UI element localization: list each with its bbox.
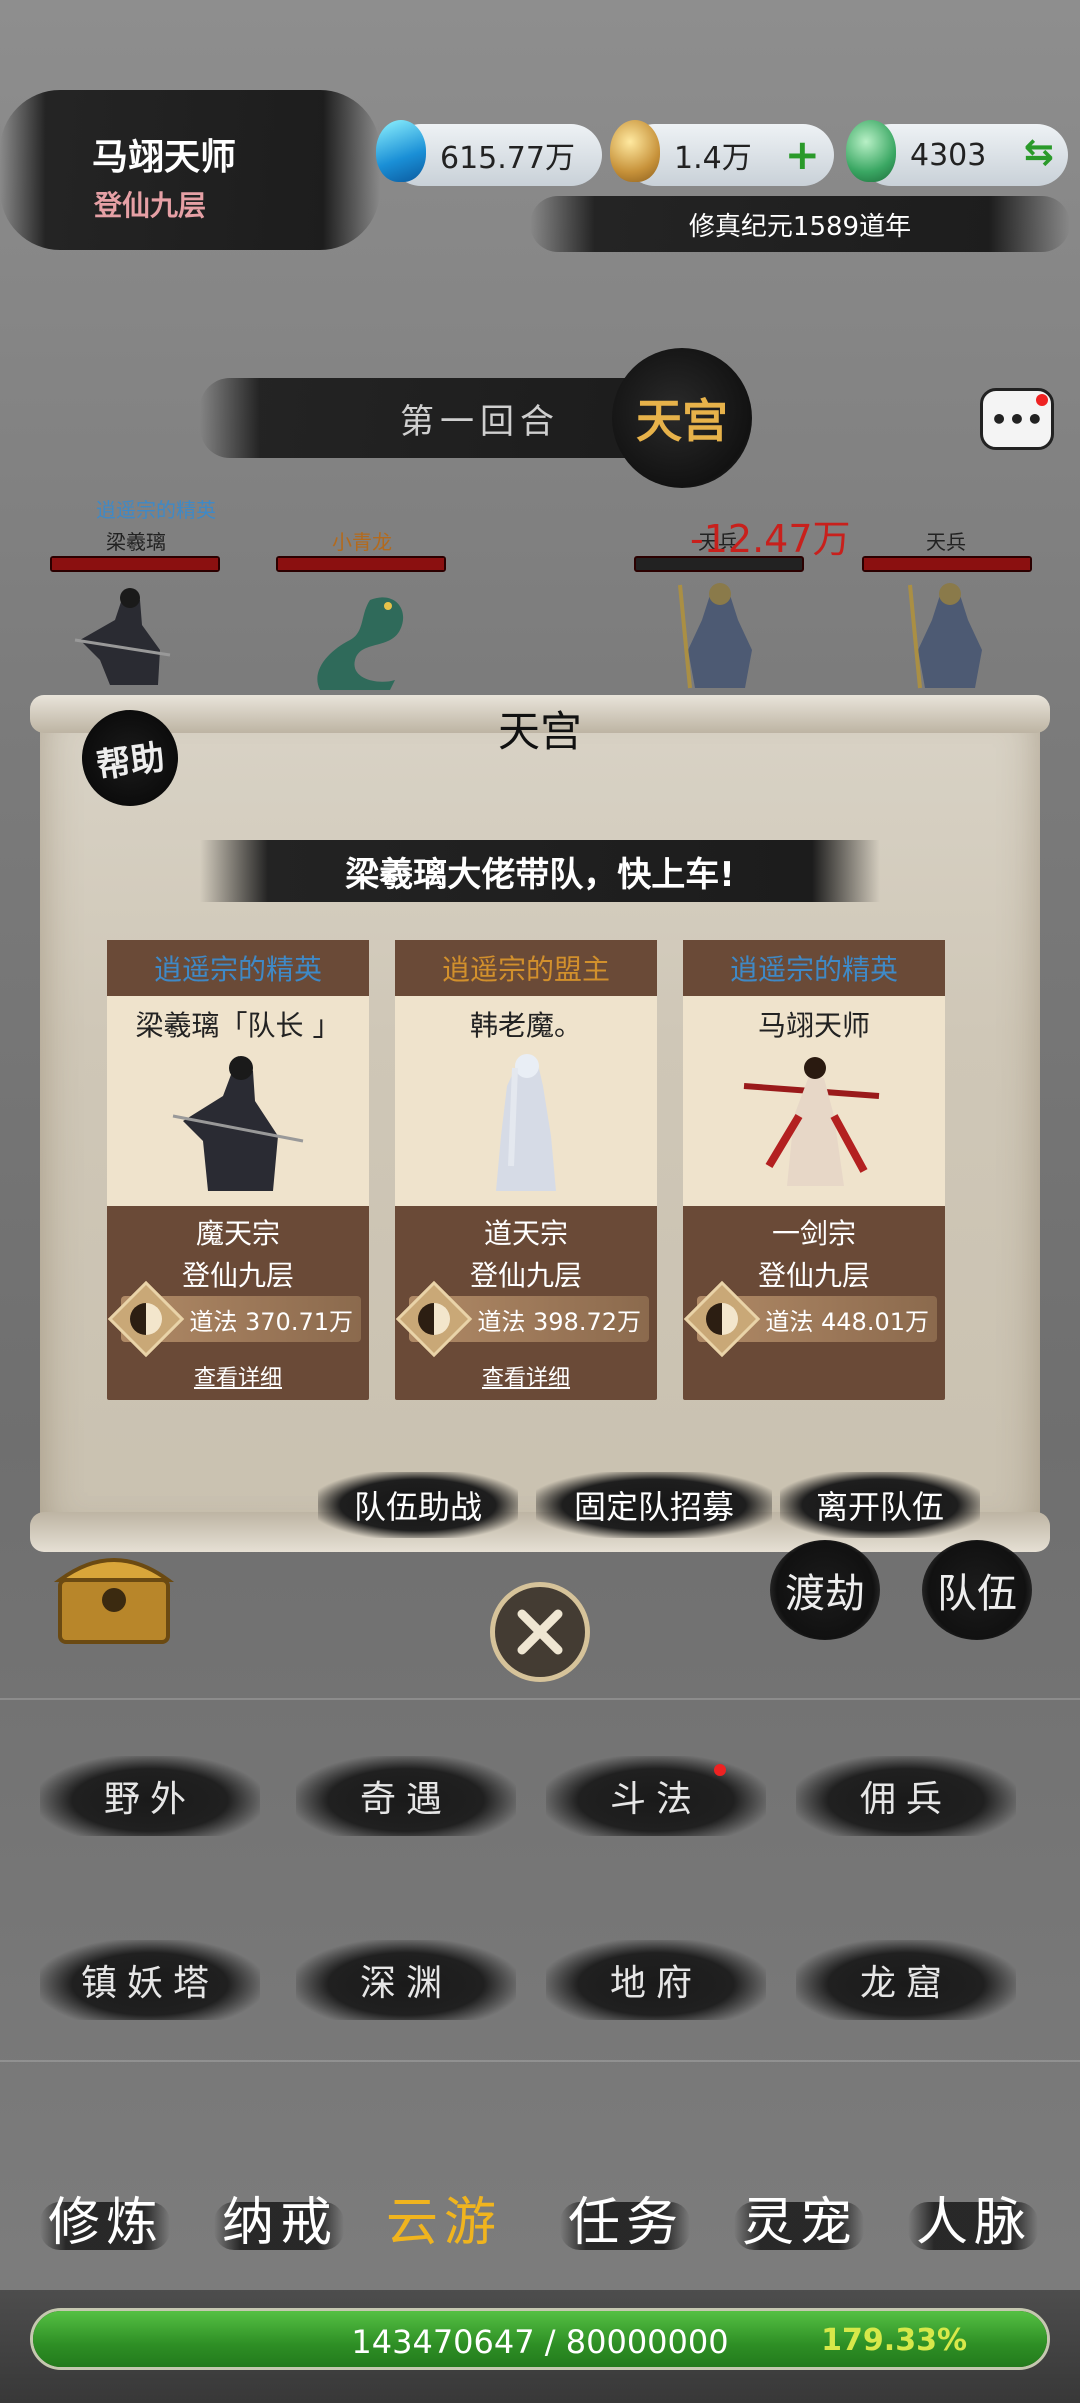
- help-label: 帮助: [94, 736, 167, 787]
- team-label: 队伍: [937, 1571, 1017, 1617]
- map-mercenary-button[interactable]: 佣兵: [796, 1756, 1016, 1836]
- member-sect: 魔天宗: [195, 1217, 280, 1250]
- chat-notification-dot: [1036, 394, 1048, 406]
- team-assist-label: 队伍助战: [353, 1488, 482, 1526]
- team-button[interactable]: 队伍: [922, 1540, 1032, 1640]
- map-label: 深渊: [359, 1963, 452, 2004]
- nav-wander[interactable]: 云游: [386, 2180, 502, 2255]
- map-label: 地府: [609, 1963, 702, 2004]
- exchange-button[interactable]: ⇆: [1024, 132, 1054, 173]
- map-underworld-button[interactable]: 地府: [546, 1940, 766, 2020]
- map-encounter-button[interactable]: 奇遇: [296, 1756, 516, 1836]
- map-label: 龙窟: [859, 1963, 952, 2004]
- taiji-icon-inner: [706, 1303, 738, 1335]
- ally-title: 逍遥宗的精英: [96, 498, 216, 522]
- map-label: 野外: [103, 1779, 196, 1820]
- round-label: 第一回合: [400, 402, 560, 442]
- section-divider: [0, 2060, 1080, 2062]
- fixed-team-recruit-label: 固定队招募: [573, 1488, 734, 1526]
- map-label: 斗法: [609, 1779, 702, 1820]
- treasure-chest-icon[interactable]: [52, 1540, 176, 1648]
- enemy-hp-bar: [634, 556, 804, 572]
- add-gold-button[interactable]: +: [785, 130, 820, 179]
- member-card: 逍遥宗的盟主 韩老魔。 道天宗 登仙九层 道法 398.72万 查看详细: [395, 940, 657, 1400]
- member-card: 逍遥宗的精英 梁羲璃「队长 」 魔天宗 登仙九层 道法 370.71万 查看详细: [107, 940, 369, 1400]
- member-card: 逍遥宗的精英 马翊天师 一剑宗 登仙九层 道法 448.01万: [683, 940, 945, 1400]
- map-label: 佣兵: [859, 1779, 952, 1820]
- nav-spirit-pets[interactable]: 灵宠: [742, 2180, 858, 2255]
- azure-dragon-sprite: [317, 597, 404, 690]
- map-wild-button[interactable]: 野外: [40, 1756, 260, 1836]
- crystal-value: 615.77万: [440, 141, 575, 176]
- heavenly-soldier-sprite: [678, 583, 752, 689]
- enemy-hp-bar: [862, 556, 1032, 572]
- map-duel-button[interactable]: 斗法: [546, 1756, 766, 1836]
- ally-hp-bar: [276, 556, 446, 572]
- gold-value: 1.4万: [674, 141, 752, 176]
- map-label: 奇遇: [359, 1779, 452, 1820]
- exp-percent: 179.33%: [821, 2323, 967, 2358]
- fixed-team-recruit-button[interactable]: 固定队招募: [536, 1472, 772, 1538]
- modal-title: 天宫: [497, 707, 582, 756]
- map-abyss-button[interactable]: 深渊: [296, 1940, 516, 2020]
- heavenly-soldier-sprite: [908, 583, 982, 689]
- member-name: 马翊天师: [757, 1009, 870, 1042]
- map-demon-tower-button[interactable]: 镇妖塔: [40, 1940, 260, 2020]
- member-power: 448.01万: [821, 1307, 929, 1336]
- exp-bar: 143470647 / 80000000 179.33%: [30, 2308, 1050, 2370]
- member-title: 逍遥宗的精英: [153, 953, 322, 986]
- member-name: 韩老魔。: [469, 1009, 582, 1042]
- gold-gourd-icon: [610, 120, 660, 182]
- view-detail-link[interactable]: 查看详细: [107, 1360, 369, 1392]
- close-icon: [517, 1609, 563, 1655]
- member-sect: 道天宗: [483, 1217, 568, 1250]
- stage-seal: 天宫: [612, 348, 752, 488]
- member-name: 梁羲璃「队长 」: [135, 1009, 341, 1042]
- duel-notification-dot: [714, 1764, 726, 1776]
- tribulation-button[interactable]: 渡劫: [770, 1540, 880, 1640]
- member-power: 370.71万: [245, 1307, 353, 1336]
- power-label: 道法: [477, 1307, 526, 1336]
- member-portrait: [743, 1057, 880, 1186]
- leave-team-label: 离开队伍: [815, 1488, 944, 1526]
- nav-connections[interactable]: 人脉: [916, 2180, 1032, 2255]
- tribulation-label: 渡劫: [785, 1571, 865, 1617]
- era-text: 修真纪元1589道年: [688, 212, 912, 242]
- member-title: 逍遥宗的盟主: [441, 953, 610, 986]
- nav-storage-ring[interactable]: 纳戒: [222, 2180, 338, 2255]
- section-divider: [0, 1698, 1080, 1700]
- ally-swordsman-sprite: [74, 588, 171, 685]
- member-portrait: [496, 1054, 556, 1191]
- map-label: 镇妖塔: [80, 1963, 219, 2004]
- ally-name: 小青龙: [332, 530, 392, 554]
- damage-number: -12.47万: [690, 517, 851, 561]
- member-portrait: [172, 1056, 304, 1191]
- banner-text: 梁羲璃大佬带队，快上车!: [345, 854, 735, 895]
- taiji-icon-inner: [130, 1303, 162, 1335]
- player-realm: 登仙九层: [94, 189, 207, 222]
- player-name[interactable]: 马翊天师: [92, 128, 236, 180]
- member-title: 逍遥宗的精英: [729, 953, 898, 986]
- jade-value: 4303: [910, 137, 987, 173]
- stage-name: 天宫: [636, 394, 728, 448]
- power-label: 道法: [765, 1307, 814, 1336]
- enemy-name: 天兵: [926, 530, 966, 554]
- leave-team-button[interactable]: 离开队伍: [780, 1472, 980, 1538]
- team-assist-button[interactable]: 队伍助战: [318, 1472, 518, 1538]
- nav-quests[interactable]: 任务: [568, 2180, 684, 2255]
- member-power: 398.72万: [533, 1307, 641, 1336]
- taiji-icon-inner: [418, 1303, 450, 1335]
- ally-name: 梁羲璃: [106, 530, 166, 554]
- blue-crystal-icon: [376, 120, 426, 182]
- map-dragon-lair-button[interactable]: 龙窟: [796, 1940, 1016, 2020]
- team-banner: 梁羲璃大佬带队，快上车!: [200, 840, 880, 902]
- power-label: 道法: [189, 1307, 238, 1336]
- ally-hp-bar: [50, 556, 220, 572]
- jade-gourd-icon: [846, 120, 896, 182]
- close-modal-button[interactable]: [490, 1582, 590, 1682]
- view-detail-link[interactable]: 查看详细: [395, 1360, 657, 1392]
- nav-cultivate[interactable]: 修炼: [48, 2180, 164, 2255]
- member-sect: 一剑宗: [771, 1217, 856, 1250]
